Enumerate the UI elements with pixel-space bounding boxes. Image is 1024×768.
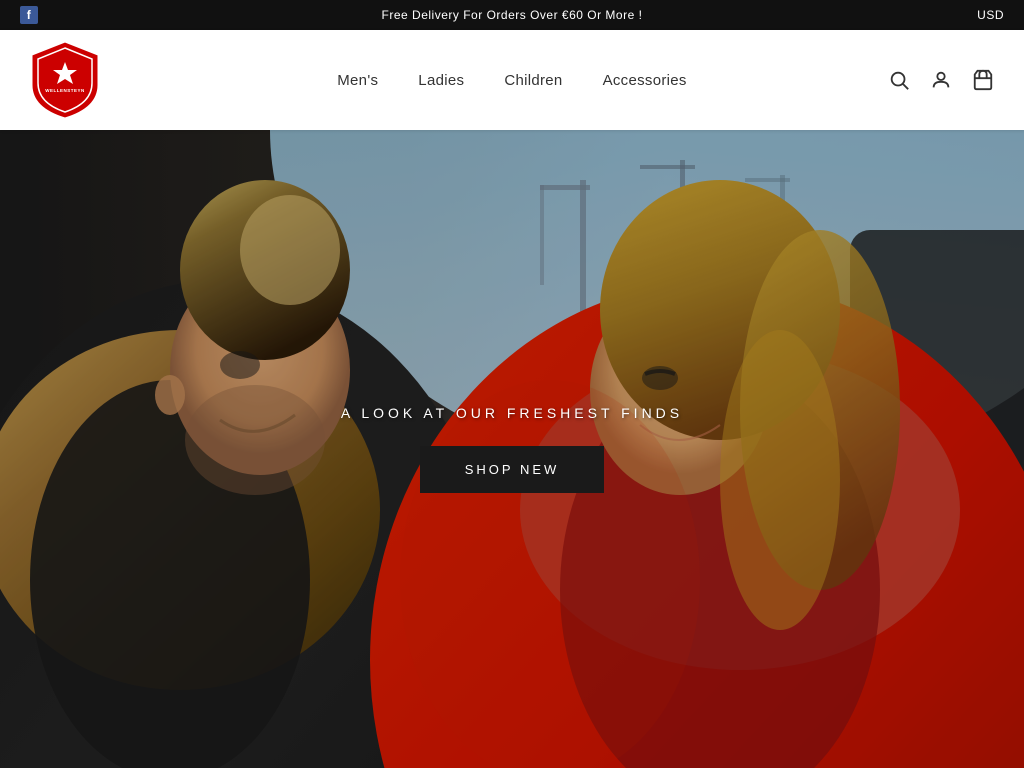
svg-text:WELLENSTEYN: WELLENSTEYN [45,88,85,93]
nav-ladies[interactable]: Ladies [418,72,464,89]
brand-logo[interactable]: WELLENSTEYN [30,40,100,120]
hero-tagline: A LOOK AT OUR FRESHEST FINDS [341,405,683,421]
header-icons [888,69,994,91]
nav-children[interactable]: Children [504,72,562,89]
site-header: WELLENSTEYN Men's Ladies Children Access… [0,30,1024,130]
nav-accessories[interactable]: Accessories [603,72,687,89]
search-button[interactable] [888,69,910,91]
search-icon [888,69,910,91]
cart-button[interactable] [972,69,994,91]
user-icon [930,69,952,91]
facebook-icon[interactable]: f [20,6,38,24]
logo-area[interactable]: WELLENSTEYN [30,40,100,120]
main-navigation: Men's Ladies Children Accessories [337,72,687,89]
hero-overlay: A LOOK AT OUR FRESHEST FINDS SHOP NEW [0,130,1024,768]
cart-icon [972,69,994,91]
announcement-bar: f Free Delivery For Orders Over €60 Or M… [0,0,1024,30]
nav-mens[interactable]: Men's [337,72,378,89]
currency-selector[interactable]: USD [977,8,1004,22]
account-button[interactable] [930,69,952,91]
announcement-text: Free Delivery For Orders Over €60 Or Mor… [382,8,643,22]
hero-section: A LOOK AT OUR FRESHEST FINDS SHOP NEW [0,130,1024,768]
shop-now-button[interactable]: SHOP NEW [420,446,605,493]
